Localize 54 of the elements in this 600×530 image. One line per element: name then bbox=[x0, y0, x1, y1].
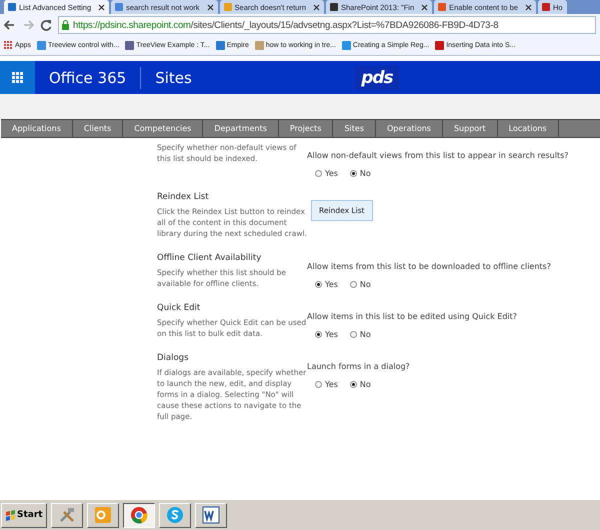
grid-icon bbox=[12, 72, 23, 83]
radio-option[interactable]: Yes bbox=[315, 380, 338, 389]
windows-logo-icon bbox=[5, 510, 15, 520]
radio-option[interactable]: No bbox=[350, 330, 371, 339]
mail-app-icon bbox=[94, 506, 112, 524]
site-favicon-icon bbox=[330, 3, 338, 11]
close-icon[interactable] bbox=[98, 4, 106, 10]
radio-option[interactable]: No bbox=[350, 280, 371, 289]
company-logo[interactable]: pds bbox=[355, 66, 399, 90]
setting-question: Allow items in this list to be edited using Quick Edit? bbox=[307, 311, 518, 322]
radio-option[interactable]: Yes bbox=[315, 280, 338, 289]
section-title: Dialogs bbox=[157, 353, 190, 363]
radio-option[interactable]: Yes bbox=[315, 330, 338, 339]
radio-button[interactable] bbox=[350, 381, 357, 388]
reload-icon[interactable] bbox=[40, 19, 52, 31]
start-button[interactable]: Start bbox=[1, 502, 47, 528]
close-icon[interactable] bbox=[421, 4, 428, 10]
address-bar[interactable]: https://pdsinc.sharepoint.com/sites/Clients/_layouts/15/advsetng.aspx?List=%7BDA926086-FB9D-4D73-8 bbox=[58, 16, 596, 34]
close-icon[interactable] bbox=[524, 4, 532, 10]
app-launcher-button[interactable] bbox=[0, 61, 35, 94]
taskbar-app-button[interactable] bbox=[122, 502, 155, 528]
browser-app-icon bbox=[130, 506, 148, 524]
setting-question: Allow items from this list to be downloaded to offline clients? bbox=[307, 261, 552, 272]
site-favicon-icon bbox=[8, 3, 16, 11]
product-name[interactable]: Office 365 bbox=[35, 66, 142, 88]
radio-button[interactable] bbox=[315, 381, 322, 388]
radio-button[interactable] bbox=[315, 331, 322, 338]
site-favicon-icon bbox=[542, 3, 550, 11]
nav-link[interactable]: Locations bbox=[498, 120, 559, 137]
radio-button[interactable] bbox=[315, 170, 322, 177]
chat-app-icon bbox=[166, 506, 184, 524]
lock-icon bbox=[61, 20, 70, 30]
document-app-icon bbox=[202, 506, 220, 524]
section-title: Offline Client Availability bbox=[157, 253, 262, 263]
radio-button[interactable] bbox=[350, 331, 357, 338]
site-favicon-icon bbox=[438, 3, 446, 11]
radio-option[interactable]: No bbox=[350, 169, 371, 178]
setting-question: Allow non-default views from this list to appear in search results? bbox=[307, 150, 570, 161]
back-arrow-icon[interactable] bbox=[4, 19, 16, 31]
section-name[interactable]: Sites bbox=[141, 68, 356, 86]
section-title: Quick Edit bbox=[157, 303, 202, 313]
site-favicon-icon bbox=[224, 3, 232, 11]
radio-option[interactable]: No bbox=[350, 380, 371, 389]
url-text: https://pdsinc.sharepoint.com/sites/Clients/_layouts/15/advsetng.aspx?List=%7BDA926086-FB9D-4D73-8 bbox=[73, 20, 498, 30]
radio-button[interactable] bbox=[350, 281, 357, 288]
section-title: Reindex List bbox=[157, 192, 210, 202]
close-icon[interactable] bbox=[206, 4, 214, 10]
radio-button[interactable] bbox=[350, 170, 357, 177]
setting-question: Launch forms in a dialog? bbox=[307, 361, 411, 372]
site-favicon-icon bbox=[115, 3, 124, 11]
radio-option[interactable]: Yes bbox=[315, 169, 338, 178]
radio-button[interactable] bbox=[315, 281, 322, 288]
tools-icon bbox=[58, 506, 76, 524]
close-icon[interactable] bbox=[313, 4, 320, 10]
